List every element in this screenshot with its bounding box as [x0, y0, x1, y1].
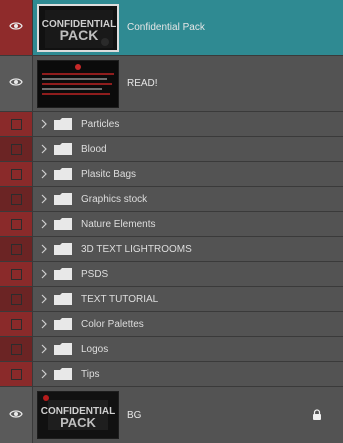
- visibility-off-box: [10, 243, 22, 255]
- lock-icon: [312, 409, 322, 421]
- visibility-off-box: [10, 293, 22, 305]
- layer-bg[interactable]: CONFIDENTIAL PACK BG: [0, 387, 343, 443]
- chevron-right-icon[interactable]: [38, 219, 50, 229]
- eye-icon: [9, 77, 23, 90]
- visibility-toggle[interactable]: [0, 112, 33, 136]
- layer-name: 3D TEXT LIGHTROOMS: [81, 243, 192, 255]
- folder-icon: [54, 343, 72, 355]
- thumbnail-subtitle: PACK: [60, 27, 99, 43]
- layer-name: Tips: [81, 368, 100, 380]
- layer-name: Nature Elements: [81, 218, 156, 230]
- layer-name: Plasitc Bags: [81, 168, 137, 180]
- chevron-right-icon[interactable]: [38, 294, 50, 304]
- visibility-toggle[interactable]: [0, 262, 33, 286]
- layer-name: Graphics stock: [81, 193, 148, 205]
- visibility-off-box: [10, 168, 22, 180]
- folder-icon: [54, 168, 72, 180]
- visibility-off-box: [10, 118, 22, 130]
- visibility-off-box: [10, 268, 22, 280]
- layer-name: Particles: [81, 118, 120, 130]
- visibility-toggle[interactable]: [0, 287, 33, 311]
- chevron-right-icon[interactable]: [38, 119, 50, 129]
- layer-group-logos[interactable]: Logos: [0, 337, 343, 362]
- chevron-right-icon[interactable]: [38, 344, 50, 354]
- layer-confidential-pack[interactable]: CONFIDENTIAL PACK Confidential Pack: [0, 0, 343, 56]
- chevron-right-icon[interactable]: [38, 144, 50, 154]
- folder-icon: [54, 268, 72, 280]
- layer-group-particles[interactable]: Particles: [0, 112, 343, 137]
- folder-icon: [54, 368, 72, 380]
- visibility-toggle[interactable]: [0, 0, 33, 55]
- folder-icon: [54, 293, 72, 305]
- visibility-toggle[interactable]: [0, 162, 33, 186]
- layer-group-color-palettes[interactable]: Color Palettes: [0, 312, 343, 337]
- chevron-right-icon[interactable]: [38, 269, 50, 279]
- layer-group-graphics-stock[interactable]: Graphics stock: [0, 187, 343, 212]
- visibility-toggle[interactable]: [0, 56, 33, 111]
- eye-icon: [9, 409, 23, 422]
- folder-icon: [54, 243, 72, 255]
- chevron-right-icon[interactable]: [38, 194, 50, 204]
- layer-name: PSDS: [81, 268, 109, 280]
- visibility-toggle[interactable]: [0, 237, 33, 261]
- chevron-right-icon[interactable]: [38, 169, 50, 179]
- thumbnail-subtitle: PACK: [60, 415, 96, 430]
- layer-group-plasitc-bags[interactable]: Plasitc Bags: [0, 162, 343, 187]
- layer-group-3d-text-lightrooms[interactable]: 3D TEXT LIGHTROOMS: [0, 237, 343, 262]
- visibility-toggle[interactable]: [0, 312, 33, 336]
- layer-group-blood[interactable]: Blood: [0, 137, 343, 162]
- visibility-off-box: [10, 143, 22, 155]
- visibility-toggle[interactable]: [0, 337, 33, 361]
- layer-name: Color Palettes: [81, 318, 144, 330]
- layer-name: Blood: [81, 143, 107, 155]
- folder-icon: [54, 193, 72, 205]
- visibility-off-box: [10, 193, 22, 205]
- visibility-toggle[interactable]: [0, 387, 33, 443]
- layer-name: READ!: [127, 78, 158, 89]
- visibility-off-box: [10, 318, 22, 330]
- visibility-toggle[interactable]: [0, 137, 33, 161]
- layer-thumbnail: CONFIDENTIAL PACK: [37, 391, 119, 439]
- visibility-off-box: [10, 343, 22, 355]
- layer-group-text-tutorial[interactable]: TEXT TUTORIAL: [0, 287, 343, 312]
- chevron-right-icon[interactable]: [38, 319, 50, 329]
- layer-name: Logos: [81, 343, 109, 355]
- visibility-off-box: [10, 368, 22, 380]
- folder-icon: [54, 118, 72, 130]
- layer-thumbnail: CONFIDENTIAL PACK: [37, 3, 119, 52]
- layer-group-tips[interactable]: Tips: [0, 362, 343, 387]
- layer-group-psds[interactable]: PSDS: [0, 262, 343, 287]
- eye-icon: [9, 21, 23, 34]
- layer-thumbnail: [37, 59, 119, 108]
- folder-icon: [54, 143, 72, 155]
- folder-icon: [54, 318, 72, 330]
- visibility-off-box: [10, 218, 22, 230]
- visibility-toggle[interactable]: [0, 212, 33, 236]
- visibility-toggle[interactable]: [0, 187, 33, 211]
- folder-icon: [54, 218, 72, 230]
- chevron-right-icon[interactable]: [38, 369, 50, 379]
- layer-name: Confidential Pack: [127, 22, 205, 33]
- layer-group-nature-elements[interactable]: Nature Elements: [0, 212, 343, 237]
- layer-name: TEXT TUTORIAL: [81, 293, 159, 305]
- layers-panel: CONFIDENTIAL PACK Confidential Pack READ…: [0, 0, 343, 443]
- chevron-right-icon[interactable]: [38, 244, 50, 254]
- layer-name: BG: [127, 409, 142, 421]
- layer-read[interactable]: READ!: [0, 56, 343, 112]
- visibility-toggle[interactable]: [0, 362, 33, 386]
